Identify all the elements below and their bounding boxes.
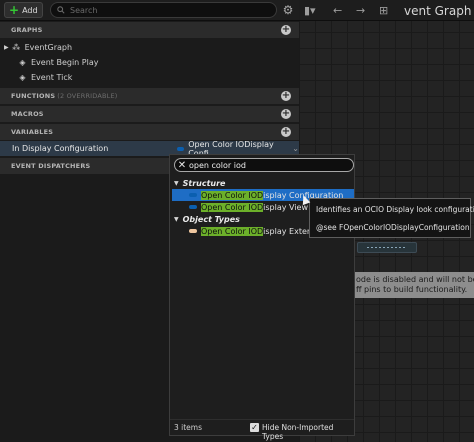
hide-non-imported-label: Hide Non-Imported Types xyxy=(262,423,334,441)
hide-non-imported-checkbox[interactable]: ✓ xyxy=(250,423,259,432)
disabled-node-message: ode is disabled and will not be call ff … xyxy=(354,272,474,298)
category-object-types-label: Object Types xyxy=(182,214,240,224)
graph-node[interactable] xyxy=(357,242,417,253)
search-icon xyxy=(57,6,65,14)
add-variable-icon[interactable]: + xyxy=(281,127,291,137)
section-graphs-label: GRAPHS xyxy=(11,26,43,34)
clear-search-icon[interactable]: ✕ xyxy=(175,160,189,171)
expand-arrow-icon[interactable]: ▶ xyxy=(4,44,9,51)
event-tick-label: Event Tick xyxy=(31,72,73,82)
event-diamond-icon: ◈ xyxy=(19,72,26,82)
tree-item-event-begin-play[interactable]: ◈ Event Begin Play xyxy=(0,55,299,69)
tree-item-event-tick[interactable]: ◈ Event Tick xyxy=(0,70,299,84)
add-function-icon[interactable]: + xyxy=(281,91,291,101)
search-input[interactable]: Search xyxy=(50,2,277,18)
type-item-rest: isplay Exter xyxy=(263,226,311,236)
type-tooltip: Identifies an OCIO Display look configur… xyxy=(309,198,474,238)
chevron-down-icon[interactable]: ⌄ xyxy=(292,144,299,153)
section-macros[interactable]: MACROS + xyxy=(0,106,299,122)
search-placeholder: Search xyxy=(70,5,98,15)
picker-footer: 3 items ✓ Hide Non-Imported Types xyxy=(170,419,354,441)
graph-toolbar: ▮▾ ← → ⊞ vent Graph xyxy=(299,0,474,21)
match-highlight: Open Color IOD xyxy=(201,202,264,212)
tooltip-see-also: @see FOpenColorIODisplayConfiguration xyxy=(316,223,470,232)
add-macro-icon[interactable]: + xyxy=(281,109,291,119)
disabled-message-line2: ff pins to build functionality. xyxy=(356,285,468,294)
match-highlight: Open Color IOD xyxy=(201,226,264,236)
add-graph-icon[interactable]: + xyxy=(281,25,291,35)
struct-pill-icon xyxy=(177,146,185,151)
type-search-value: open color iod xyxy=(189,160,246,170)
section-graphs[interactable]: GRAPHS + xyxy=(0,22,299,38)
collapse-arrow-icon[interactable]: ▼ xyxy=(174,180,179,187)
match-highlight: Open Color IOD xyxy=(201,190,264,200)
category-structure-label: Structure xyxy=(182,178,226,188)
bookmark-icon[interactable]: ▮▾ xyxy=(304,3,316,18)
variable-name: In Display Configuration xyxy=(12,144,109,153)
add-button-label: Add xyxy=(22,5,38,15)
section-variables[interactable]: VARIABLES + xyxy=(0,124,299,140)
event-begin-play-label: Event Begin Play xyxy=(31,57,99,67)
eventgraph-label: EventGraph xyxy=(24,42,73,52)
plus-icon: + xyxy=(9,3,20,17)
add-button[interactable]: + Add xyxy=(4,2,43,18)
disabled-message-line1: ode is disabled and will not be call xyxy=(356,275,474,284)
struct-pill-icon xyxy=(189,205,197,209)
section-functions[interactable]: FUNCTIONS (2 OVERRIDABLE) + xyxy=(0,88,299,104)
section-event-dispatchers-label: EVENT DISPATCHERS xyxy=(11,162,91,170)
back-arrow-icon[interactable]: ← xyxy=(333,3,342,18)
graph-icon: ⁂ xyxy=(12,42,21,52)
section-functions-label: FUNCTIONS xyxy=(11,92,56,100)
category-structure[interactable]: ▼ Structure xyxy=(170,177,354,189)
type-picker-popup: ✕ open color iod ▼ Structure Open Color … xyxy=(169,154,355,441)
event-diamond-icon: ◈ xyxy=(19,57,26,67)
tree-item-eventgraph[interactable]: ▶ ⁂ EventGraph xyxy=(0,40,299,54)
object-pill-icon xyxy=(189,229,197,233)
panel-toolbar: + Add Search ⚙ xyxy=(0,0,299,21)
item-count: 3 items xyxy=(174,423,203,432)
collapse-arrow-icon[interactable]: ▼ xyxy=(174,216,179,223)
type-item-rest: isplay View xyxy=(263,202,309,212)
section-functions-sub: (2 OVERRIDABLE) xyxy=(57,92,118,100)
forward-arrow-icon[interactable]: → xyxy=(356,3,365,18)
section-macros-label: MACROS xyxy=(11,110,44,118)
struct-pill-icon xyxy=(189,193,197,197)
graph-title: vent Graph xyxy=(404,4,472,18)
tooltip-description: Identifies an OCIO Display look configur… xyxy=(316,205,474,214)
gear-icon[interactable]: ⚙ xyxy=(281,3,295,17)
type-search-input[interactable]: ✕ open color iod xyxy=(174,158,354,172)
graph-layout-icon[interactable]: ⊞ xyxy=(379,3,388,18)
section-variables-label: VARIABLES xyxy=(11,128,54,136)
